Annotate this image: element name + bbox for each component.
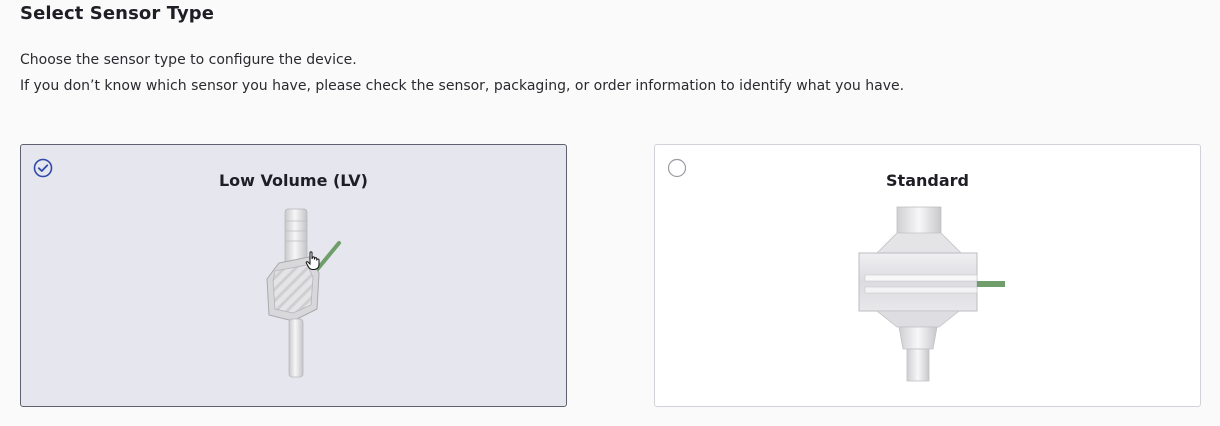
sensor-option-low-volume[interactable]: Low Volume (LV) (20, 144, 567, 407)
standard-sensor-image (858, 206, 1005, 382)
low-volume-sensor-image (266, 208, 341, 378)
description-line-1: Choose the sensor type to configure the … (20, 52, 357, 68)
sensor-type-page: Select Sensor Type Choose the sensor typ… (0, 0, 1220, 426)
page-title: Select Sensor Type (20, 3, 215, 24)
hand-cursor-icon (305, 251, 320, 270)
sensor-option-label: Standard (886, 171, 969, 190)
sensor-option-standard[interactable]: Standard (654, 144, 1201, 407)
sensor-option-label: Low Volume (LV) (218, 171, 368, 190)
description-line-2: If you don’t know which sensor you have,… (20, 78, 905, 94)
